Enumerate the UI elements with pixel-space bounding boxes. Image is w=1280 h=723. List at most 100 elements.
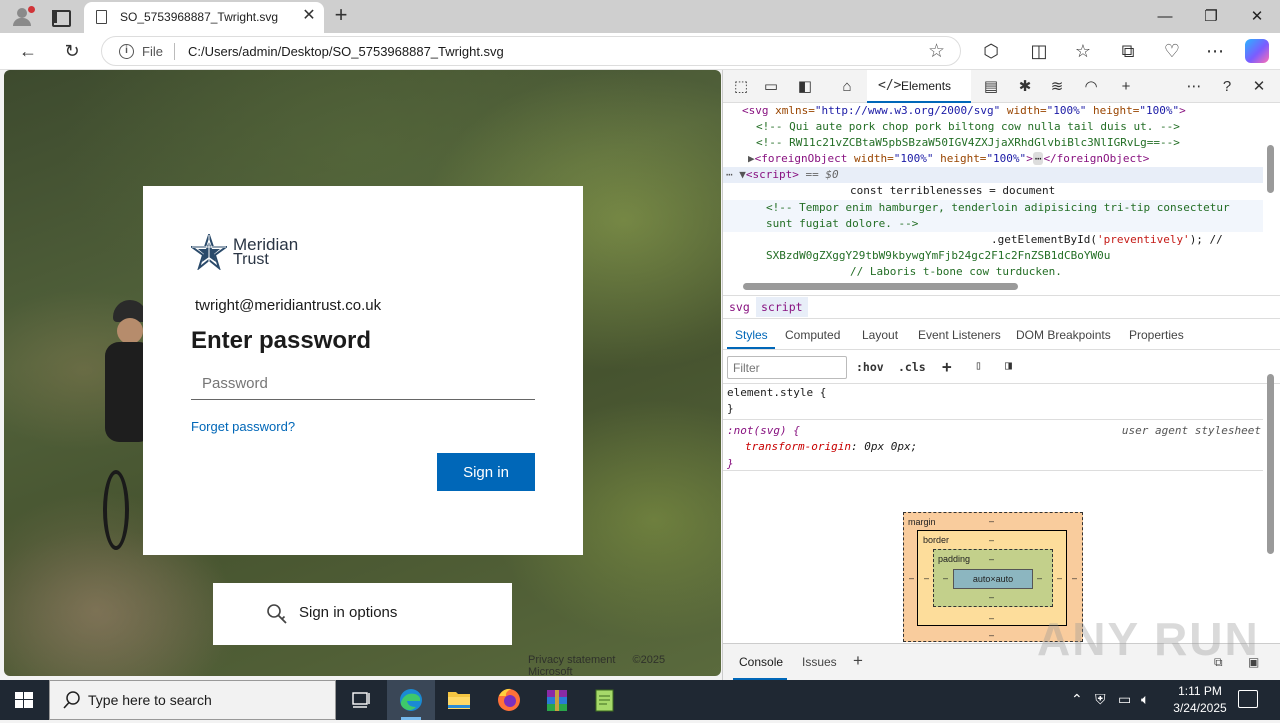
dom-line[interactable]: // Laboris t-bone cow turducken. — [723, 264, 1263, 280]
padding-top-value[interactable]: – — [989, 554, 994, 564]
dom-line[interactable]: const terriblenesses = document — [723, 183, 1263, 199]
sign-in-options-button[interactable]: Sign in options — [213, 583, 512, 645]
new-style-rule-icon[interactable]: + — [942, 357, 952, 376]
tab-event-listeners[interactable]: Event Listeners — [918, 328, 1001, 342]
split-screen-icon[interactable]: ◫ — [1024, 37, 1054, 65]
defender-shield-icon[interactable]: ⛨ — [1095, 691, 1106, 708]
devtools-menu-icon[interactable]: ⋯ — [1184, 77, 1204, 97]
firefox-taskbar-button[interactable] — [485, 680, 533, 720]
refresh-icon[interactable]: ↻ — [57, 37, 87, 65]
box-model-content[interactable]: auto×auto — [953, 569, 1033, 589]
more-menu-icon[interactable]: ⋯ — [1200, 37, 1230, 65]
border-top-value[interactable]: – — [989, 535, 994, 545]
padding-bottom-value[interactable]: – — [989, 592, 994, 602]
dom-horizontal-scrollbar[interactable] — [729, 281, 1259, 291]
tab-elements[interactable]: </> Elements — [867, 70, 971, 103]
close-window-button[interactable]: ✕ — [1234, 0, 1280, 33]
performance-icon[interactable]: ◠ — [1081, 77, 1101, 97]
dom-line[interactable]: <svg xmlns="http://www.w3.org/2000/svg" … — [723, 103, 1263, 119]
volume-speaker-icon[interactable]: 🔈︎ — [1141, 691, 1149, 708]
tab-layout[interactable]: Layout — [862, 328, 898, 342]
dom-line[interactable]: <!-- Qui aute pork chop pork biltong cow… — [723, 119, 1263, 135]
computed-styles-icon[interactable]: ▯ — [975, 358, 982, 372]
dom-line[interactable]: SXBzdW0gZXggY29tbW9kbywgYmFjb24gc2F1c2Fn… — [723, 248, 1263, 264]
url-text[interactable]: C:/Users/admin/Desktop/SO_5753968887_Twr… — [188, 44, 504, 59]
padding-right-value[interactable]: – — [1037, 573, 1042, 583]
browser-tab[interactable]: SO_5753968887_Twright.svg ✕ — [84, 2, 324, 33]
add-drawer-tab-icon[interactable]: + — [853, 651, 863, 671]
margin-right-value[interactable]: – — [1072, 573, 1077, 583]
tab-actions-icon[interactable] — [48, 6, 72, 28]
class-toggle[interactable]: .cls — [898, 360, 926, 374]
info-icon[interactable]: i — [119, 44, 134, 59]
styles-filter-input[interactable] — [727, 356, 847, 379]
sign-in-button[interactable]: Sign in — [437, 453, 535, 491]
breadcrumb-svg[interactable]: svg — [729, 300, 750, 314]
dom-line[interactable]: ▶<foreignObject width="100%" height="100… — [723, 151, 1263, 167]
dom-line[interactable]: <!-- Tempor enim hamburger, tenderloin a… — [723, 200, 1263, 217]
ua-style-rule[interactable]: :not(svg) {user agent stylesheet transfo… — [723, 419, 1263, 471]
copilot-icon[interactable] — [1245, 39, 1269, 63]
dom-vertical-scrollbar[interactable] — [1265, 107, 1277, 279]
dom-line[interactable]: .getElementById('preventively'); // — [723, 232, 1263, 248]
file-explorer-taskbar-button[interactable] — [435, 680, 483, 720]
profile-avatar-icon[interactable] — [10, 5, 35, 27]
notepad-taskbar-button[interactable] — [581, 680, 629, 720]
toggle-sidebar-icon[interactable]: ◨ — [1005, 358, 1012, 372]
maximize-button[interactable]: ❐ — [1188, 0, 1234, 33]
dom-line[interactable]: <!-- RW11c21vZCBtaW5pbSBzaW50IGV4ZXJjaXR… — [723, 135, 1263, 151]
password-field[interactable] — [191, 368, 535, 400]
tab-strip: SO_5753968887_Twright.svg ✕ + — ❐ ✕ — [0, 0, 1280, 33]
new-tab-button[interactable]: + — [330, 4, 352, 28]
winrar-taskbar-button[interactable] — [533, 680, 581, 720]
privacy-link[interactable]: Privacy statement — [528, 654, 615, 666]
close-devtools-icon[interactable]: ✕ — [1249, 77, 1269, 97]
favorites-icon[interactable]: ☆ — [1068, 37, 1098, 65]
collections-icon[interactable]: ⧉ — [1113, 37, 1143, 65]
task-view-button[interactable] — [337, 680, 385, 720]
tab-close-icon[interactable]: ✕ — [300, 7, 318, 25]
tab-console[interactable]: Console — [739, 655, 783, 669]
start-button[interactable] — [0, 680, 48, 720]
padding-left-value[interactable]: – — [943, 573, 948, 583]
tab-computed[interactable]: Computed — [785, 328, 840, 342]
forgot-password-link[interactable]: Forget password? — [191, 419, 295, 434]
border-right-value[interactable]: – — [1057, 573, 1062, 583]
favorite-star-icon[interactable]: ☆ — [928, 40, 945, 63]
tab-properties[interactable]: Properties — [1129, 328, 1184, 342]
back-icon[interactable]: ← — [13, 37, 43, 65]
address-bar[interactable]: i File C:/Users/admin/Desktop/SO_5753968… — [101, 36, 961, 66]
border-bottom-value[interactable]: – — [989, 613, 994, 623]
tab-dom-breakpoints[interactable]: DOM Breakpoints — [1016, 328, 1111, 342]
edge-taskbar-button[interactable] — [387, 680, 435, 720]
console-icon[interactable]: ▤ — [981, 77, 1001, 97]
sources-bug-icon[interactable]: ✱ — [1015, 77, 1035, 97]
welcome-home-icon[interactable]: ⌂ — [837, 77, 857, 97]
browser-essentials-icon[interactable]: ♡ — [1157, 37, 1187, 65]
device-emulation-icon[interactable]: ▭ — [761, 77, 781, 97]
dom-line-selected[interactable]: ⋯ ▼<script> == $0 — [723, 167, 1263, 184]
show-hidden-icons-chevron-icon[interactable]: ⌃ — [1071, 691, 1083, 708]
hover-state-toggle[interactable]: :hov — [856, 360, 884, 374]
dom-line[interactable]: sunt fugiat dolore. --> — [723, 216, 1263, 233]
border-left-value[interactable]: – — [924, 573, 929, 583]
minimize-button[interactable]: — — [1142, 0, 1188, 33]
margin-bottom-value[interactable]: – — [989, 630, 994, 640]
breadcrumb-script[interactable]: script — [756, 297, 808, 317]
extensions-icon[interactable]: ⬡ — [976, 37, 1006, 65]
tab-styles[interactable]: Styles — [735, 328, 768, 342]
network-icon[interactable]: ▭ — [1118, 691, 1131, 708]
margin-top-value[interactable]: – — [989, 516, 994, 526]
tab-issues[interactable]: Issues — [802, 655, 837, 669]
more-tools-plus-icon[interactable]: + — [1116, 77, 1136, 97]
element-style-rule[interactable]: element.style { } — [723, 385, 1263, 419]
notification-center-icon[interactable] — [1238, 690, 1258, 708]
styles-vertical-scrollbar[interactable] — [1265, 356, 1277, 634]
taskbar-clock[interactable]: 1:11 PM 3/24/2025 — [1165, 683, 1235, 717]
inspect-element-icon[interactable]: ⬚ — [731, 77, 751, 97]
taskbar-search[interactable]: Type here to search — [49, 680, 336, 720]
dock-side-icon[interactable]: ◧ — [795, 77, 815, 97]
help-icon[interactable]: ? — [1217, 77, 1237, 97]
network-wifi-icon[interactable]: ≋ — [1047, 77, 1067, 97]
margin-left-value[interactable]: – — [909, 573, 914, 583]
